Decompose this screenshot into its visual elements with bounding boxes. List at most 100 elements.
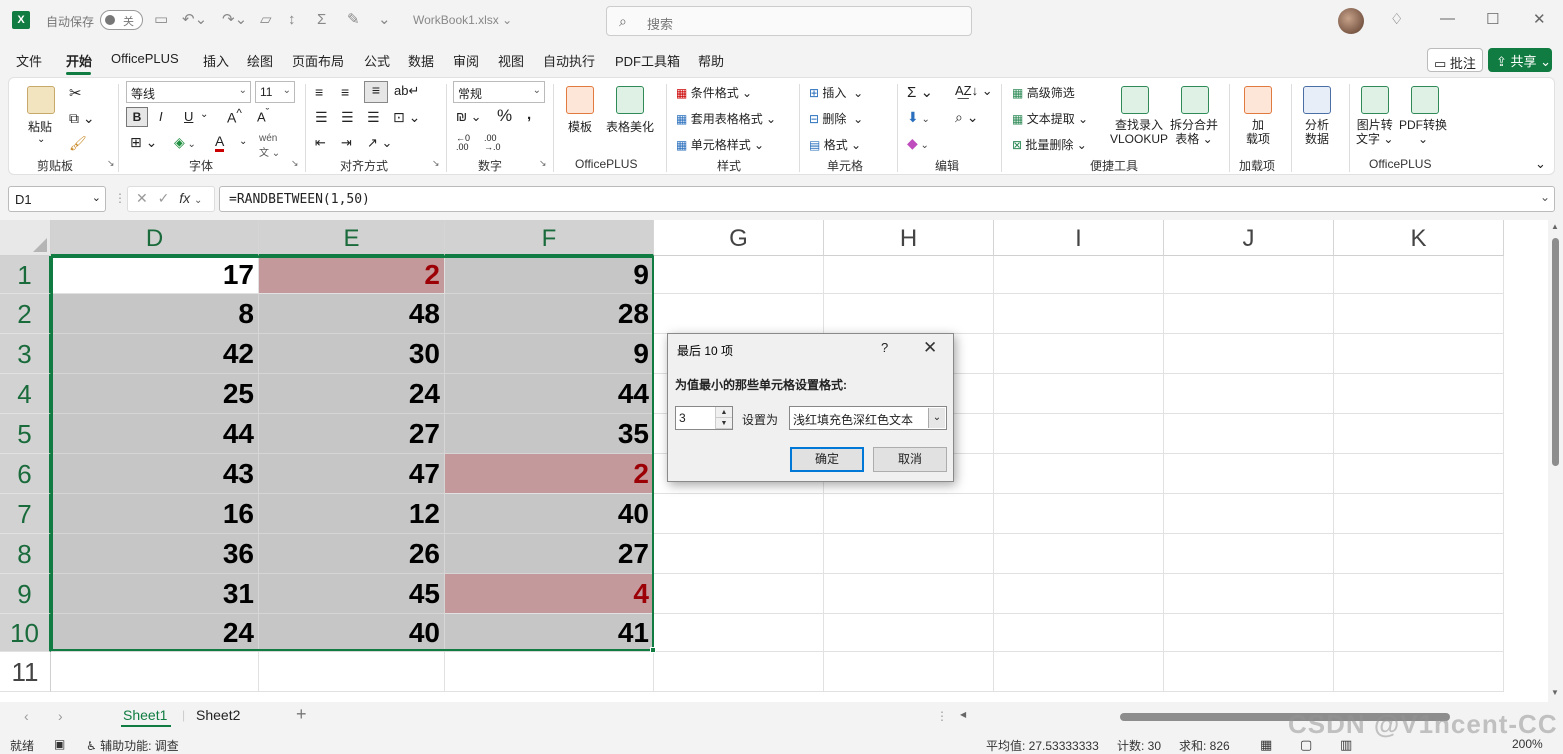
number-launcher-icon[interactable]: ↘ — [539, 158, 547, 169]
cell-e2[interactable]: 48 — [259, 294, 445, 334]
close-icon[interactable]: ✕ — [1533, 10, 1546, 28]
autosave-toggle[interactable]: 关 — [100, 10, 143, 30]
decrease-decimal-icon[interactable]: .00 →.0 — [484, 134, 501, 152]
sheet-tab-sheet1[interactable]: Sheet1 — [123, 707, 167, 723]
font-name-combo[interactable]: 等线 ⌄ — [126, 81, 251, 103]
underline-dropdown-icon[interactable]: ⌄ — [200, 109, 208, 120]
sum-status[interactable]: 求和: 826 — [1179, 737, 1230, 754]
tab-data[interactable]: 数据 — [408, 51, 434, 70]
cell-f1[interactable]: 9 — [445, 256, 654, 294]
conditional-format-button[interactable]: ▦ 条件格式 ⌄ — [676, 84, 752, 101]
normal-view-icon[interactable]: ▦ — [1260, 737, 1272, 753]
cell-e11[interactable] — [259, 652, 445, 692]
tab-draw[interactable]: 绘图 — [247, 51, 273, 70]
help-button[interactable]: ? — [881, 340, 888, 355]
sort-icon[interactable]: ↕ — [288, 11, 296, 29]
cell-e5[interactable]: 27 — [259, 414, 445, 454]
row-header-1[interactable]: 1 — [0, 256, 51, 294]
cell-j10[interactable] — [1164, 614, 1334, 652]
tab-pdf-toolbox[interactable]: PDF工具箱 — [615, 51, 680, 70]
vertical-scrollbar[interactable]: ▲ ▼ — [1548, 220, 1563, 702]
clear-icon[interactable]: ◆ ⌄ — [907, 135, 929, 152]
cell-i6[interactable] — [994, 454, 1164, 494]
cell-k2[interactable] — [1334, 294, 1504, 334]
font-launcher-icon[interactable]: ↘ — [291, 158, 299, 169]
cell-d11[interactable] — [51, 652, 259, 692]
fill-icon[interactable]: ⬇ ⌄ — [907, 109, 930, 126]
cell-k4[interactable] — [1334, 374, 1504, 414]
cell-h7[interactable] — [824, 494, 994, 534]
vlookup-button[interactable]: 查找录入 VLOOKUP — [1110, 118, 1168, 146]
insert-cells-button[interactable]: ⊞ 插入 ⌄ — [809, 84, 863, 101]
cancel-button[interactable]: 取消 — [873, 447, 947, 472]
wrap-text-icon[interactable]: ab↵ — [394, 83, 419, 99]
column-header-h[interactable]: H — [824, 220, 994, 256]
row-header-5[interactable]: 5 — [0, 414, 51, 454]
column-header-e[interactable]: E — [259, 220, 445, 256]
tab-officeplus[interactable]: OfficePLUS — [111, 51, 179, 66]
image-to-text-button[interactable]: 图片转 文字 ⌄ — [1356, 118, 1393, 146]
tab-view[interactable]: 视图 — [498, 51, 524, 70]
batch-delete-button[interactable]: ⊠ 批量删除 ⌄ — [1012, 136, 1087, 153]
format-painter-icon[interactable]: ✎ — [347, 11, 360, 29]
file-name[interactable]: WorkBook1.xlsx ⌄ — [413, 13, 512, 27]
row-header-2[interactable]: 2 — [0, 294, 51, 334]
cell-k11[interactable] — [1334, 652, 1504, 692]
align-center-icon[interactable]: ☰ — [341, 109, 354, 126]
font-size-combo[interactable]: 11 ⌄ — [255, 81, 295, 103]
increase-indent-icon[interactable]: ⇥ — [341, 135, 352, 151]
save-icon[interactable]: ▭ — [154, 11, 168, 29]
tab-file[interactable]: 文件 — [16, 51, 42, 70]
cell-d2[interactable]: 8 — [51, 294, 259, 334]
cell-f9[interactable]: 4 — [445, 574, 654, 614]
column-header-g[interactable]: G — [654, 220, 824, 256]
prev-sheet-icon[interactable]: ‹ — [24, 708, 29, 724]
cell-i4[interactable] — [994, 374, 1164, 414]
row-header-8[interactable]: 8 — [0, 534, 51, 574]
cell-f11[interactable] — [445, 652, 654, 692]
cut-icon[interactable]: ✂ — [69, 84, 82, 102]
borders-icon[interactable]: ⊞ ⌄ — [130, 134, 157, 151]
cell-e3[interactable]: 30 — [259, 334, 445, 374]
underline-button[interactable]: U — [184, 109, 193, 124]
tab-insert[interactable]: 插入 — [203, 51, 229, 70]
percent-button[interactable]: % — [497, 106, 512, 126]
delete-cells-button[interactable]: ⊟ 删除 ⌄ — [809, 110, 863, 127]
phonetic-icon[interactable]: wén 文 ⌄ — [259, 133, 280, 159]
align-bottom-icon[interactable]: ≡ — [364, 81, 388, 103]
cell-j2[interactable] — [1164, 294, 1334, 334]
clipboard-launcher-icon[interactable]: ↘ — [107, 158, 115, 169]
cell-g7[interactable] — [654, 494, 824, 534]
cell-k3[interactable] — [1334, 334, 1504, 374]
cell-d7[interactable]: 16 — [51, 494, 259, 534]
cell-i10[interactable] — [994, 614, 1164, 652]
beautify-table-button[interactable]: 表格美化 — [606, 118, 654, 135]
orientation-icon[interactable]: ↗ ⌄ — [367, 135, 392, 151]
cell-i7[interactable] — [994, 494, 1164, 534]
cell-g11[interactable] — [654, 652, 824, 692]
row-header-9[interactable]: 9 — [0, 574, 51, 614]
cell-i11[interactable] — [994, 652, 1164, 692]
increase-font-icon[interactable]: A^ — [227, 107, 242, 126]
cell-j11[interactable] — [1164, 652, 1334, 692]
italic-button[interactable]: I — [159, 109, 163, 124]
accessibility-status[interactable]: ♿ 辅助功能: 调查 — [86, 737, 179, 754]
cell-e6[interactable]: 47 — [259, 454, 445, 494]
analyze-data-icon[interactable] — [1303, 86, 1331, 114]
customize-toolbar-icon[interactable]: ⌄ — [378, 11, 391, 29]
scroll-up-icon[interactable]: ▲ — [1551, 222, 1559, 231]
cell-f4[interactable]: 44 — [445, 374, 654, 414]
cell-h2[interactable] — [824, 294, 994, 334]
cell-k7[interactable] — [1334, 494, 1504, 534]
comment-button[interactable]: ▭ 批注 — [1427, 48, 1483, 72]
cell-e9[interactable]: 45 — [259, 574, 445, 614]
format-select[interactable]: 浅红填充色深红色文本 ⌄ — [789, 406, 947, 430]
row-header-4[interactable]: 4 — [0, 374, 51, 414]
cell-h11[interactable] — [824, 652, 994, 692]
copy-icon[interactable]: ⧉ ⌄ — [69, 110, 95, 127]
column-header-k[interactable]: K — [1334, 220, 1504, 256]
cell-k9[interactable] — [1334, 574, 1504, 614]
cell-d5[interactable]: 44 — [51, 414, 259, 454]
cell-j1[interactable] — [1164, 256, 1334, 294]
cell-styles-button[interactable]: ▦ 单元格样式 ⌄ — [676, 136, 764, 153]
